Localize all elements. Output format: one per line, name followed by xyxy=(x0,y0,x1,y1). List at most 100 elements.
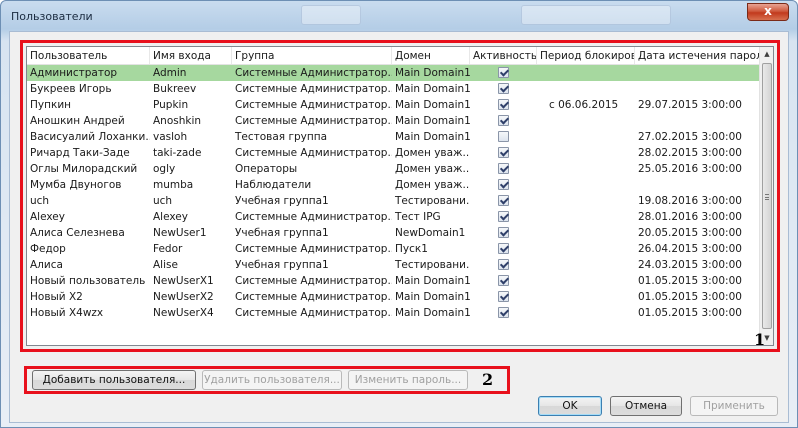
table-row[interactable]: Алиса Alise Учебная группа1 Тестировани... 2… xyxy=(27,257,761,273)
active-checkbox[interactable] xyxy=(498,275,509,286)
cell-user: Мумба Двуногов xyxy=(30,179,122,191)
table-row[interactable]: Администратор Admin Системные Администрато… xyxy=(27,65,761,81)
cell-user: Оглы Милорадский xyxy=(30,163,138,175)
cell-active xyxy=(470,273,537,289)
cell-active xyxy=(470,81,537,97)
column-header-user[interactable]: Пользователь xyxy=(27,47,150,64)
cell-lock-period xyxy=(537,225,635,241)
cell-group: Тестовая группа xyxy=(235,131,328,143)
cell-group: Системные Администратор... xyxy=(235,243,392,255)
cell-active xyxy=(470,241,537,257)
active-checkbox[interactable] xyxy=(498,115,509,126)
cell-domain: Домен уваж... xyxy=(395,163,470,175)
table-row[interactable]: Алиса Селезнева NewUser1 Учебная группа1 Ne… xyxy=(27,225,761,241)
column-header-password-expiry[interactable]: Дата истечения пароля xyxy=(635,47,761,64)
users-table[interactable]: Пользователь Имя входа Группа Домен Акти… xyxy=(26,46,774,346)
table-row[interactable]: Букреев Игорь Bukreev Системные Администра… xyxy=(27,81,761,97)
cancel-button[interactable]: Отмена xyxy=(610,396,682,416)
active-checkbox[interactable] xyxy=(498,307,509,318)
cell-login: Bukreev xyxy=(153,83,197,95)
background-window-decoration xyxy=(301,5,361,25)
column-header-login[interactable]: Имя входа xyxy=(150,47,232,64)
table-row[interactable]: Аношкин Андрей Anoshkin Системные Админист… xyxy=(27,113,761,129)
column-header-domain[interactable]: Домен xyxy=(392,47,470,64)
cell-domain: Пуск1 xyxy=(395,243,428,255)
cell-domain: Main Domain1 xyxy=(395,131,470,143)
cell-domain: Тест IPG xyxy=(395,211,441,223)
table-row[interactable]: uch uch Учебная группа1 Тестировани... 19.08… xyxy=(27,193,761,209)
cell-active xyxy=(470,225,537,241)
cell-user: Ричард Таки-Заде xyxy=(30,147,130,159)
cell-lock-period xyxy=(537,113,635,129)
cell-group: Учебная группа1 xyxy=(235,259,329,271)
add-user-button[interactable]: Добавить пользователя... xyxy=(32,370,196,390)
cell-login: vasloh xyxy=(153,131,188,143)
active-checkbox[interactable] xyxy=(498,99,509,110)
active-checkbox[interactable] xyxy=(498,211,509,222)
scrollbar-thumb[interactable] xyxy=(762,63,772,329)
cell-active xyxy=(470,113,537,129)
cell-group: Системные Администратор... xyxy=(235,67,392,79)
table-row[interactable]: Васисуалий Лоханки... vasloh Тестовая груп… xyxy=(27,129,761,145)
cell-user: Новый пользователь xyxy=(30,275,146,287)
cell-lock-period xyxy=(537,193,635,209)
cell-login: Anoshkin xyxy=(153,115,202,127)
column-header-lock-period[interactable]: Период блокиров xyxy=(537,47,635,64)
cell-password-expiry: 29.07.2015 3:00:00 xyxy=(638,99,742,111)
cell-domain: Домен уваж... xyxy=(395,179,470,191)
table-row[interactable]: Alexey Alexey Системные Администратор... Те… xyxy=(27,209,761,225)
cell-user: Васисуалий Лоханки... xyxy=(30,131,150,143)
active-checkbox[interactable] xyxy=(498,179,509,190)
column-header-active[interactable]: Активность xyxy=(470,47,537,64)
active-checkbox[interactable] xyxy=(498,195,509,206)
cell-domain: Тестировани... xyxy=(395,259,470,271)
cell-lock-period xyxy=(537,145,635,161)
cell-domain: Домен уваж... xyxy=(395,147,470,159)
cell-lock-period xyxy=(537,273,635,289)
cell-password-expiry xyxy=(635,81,761,97)
apply-button[interactable]: Применить xyxy=(690,396,778,416)
table-row[interactable]: Новый X2 NewUserX2 Системные Администратор… xyxy=(27,289,761,305)
active-checkbox[interactable] xyxy=(498,227,509,238)
active-checkbox[interactable] xyxy=(498,243,509,254)
title-bar[interactable]: Пользователи x xyxy=(1,1,797,31)
ok-button[interactable]: OK xyxy=(538,396,602,416)
active-checkbox[interactable] xyxy=(498,163,509,174)
table-row[interactable]: Пупкин Pupkin Системные Администратор... Ma… xyxy=(27,97,761,113)
delete-user-button[interactable]: Удалить пользователя... xyxy=(202,370,342,390)
table-row[interactable]: Ричард Таки-Заде taki-zade Системные Админ… xyxy=(27,145,761,161)
active-checkbox[interactable] xyxy=(498,67,509,78)
background-window-decoration xyxy=(521,5,671,25)
cell-password-expiry: 24.03.2015 3:00:00 xyxy=(638,259,742,271)
active-checkbox[interactable] xyxy=(498,131,509,142)
column-header-group[interactable]: Группа xyxy=(232,47,392,64)
close-button[interactable]: x xyxy=(747,3,789,21)
cell-user: Новый X4wzx xyxy=(30,307,104,319)
cell-group: Системные Администратор... xyxy=(235,211,392,223)
cell-lock-period xyxy=(537,209,635,225)
cell-password-expiry: 25.05.2016 3:00:00 xyxy=(638,163,742,175)
active-checkbox[interactable] xyxy=(498,259,509,270)
table-row[interactable]: Новый X4wzx NewUserX4 Системные Администра… xyxy=(27,305,761,321)
scroll-up-icon[interactable]: ▲ xyxy=(760,47,773,61)
change-password-button[interactable]: Изменить пароль... xyxy=(348,370,468,390)
window-title: Пользователи xyxy=(11,10,93,23)
cell-lock-period xyxy=(537,257,635,273)
vertical-scrollbar[interactable]: ▲ ▼ xyxy=(759,47,773,345)
table-row[interactable]: Федор Fedor Системные Администратор... Пуск… xyxy=(27,241,761,257)
cell-lock-period: с 06.06.2015 xyxy=(549,99,619,111)
table-row[interactable]: Мумба Двуногов mumba Наблюдатели Домен уваж… xyxy=(27,177,761,193)
cell-login: taki-zade xyxy=(153,147,202,159)
users-dialog: Пользователи x Пользователь Имя входа Гр… xyxy=(0,0,798,428)
cell-user: Пупкин xyxy=(30,99,72,111)
cell-active xyxy=(470,305,537,321)
active-checkbox[interactable] xyxy=(498,83,509,94)
table-row[interactable]: Новый пользователь NewUserX1 Системные Адм… xyxy=(27,273,761,289)
table-row[interactable]: Оглы Милорадский ogly Операторы Домен уваж.… xyxy=(27,161,761,177)
annotation-frame-grid: Пользователь Имя входа Группа Домен Акти… xyxy=(20,40,780,352)
cell-login: uch xyxy=(153,195,173,207)
active-checkbox[interactable] xyxy=(498,291,509,302)
cell-password-expiry: 01.05.2015 3:00:00 xyxy=(638,291,742,303)
active-checkbox[interactable] xyxy=(498,147,509,158)
cell-login: NewUser1 xyxy=(153,227,207,239)
